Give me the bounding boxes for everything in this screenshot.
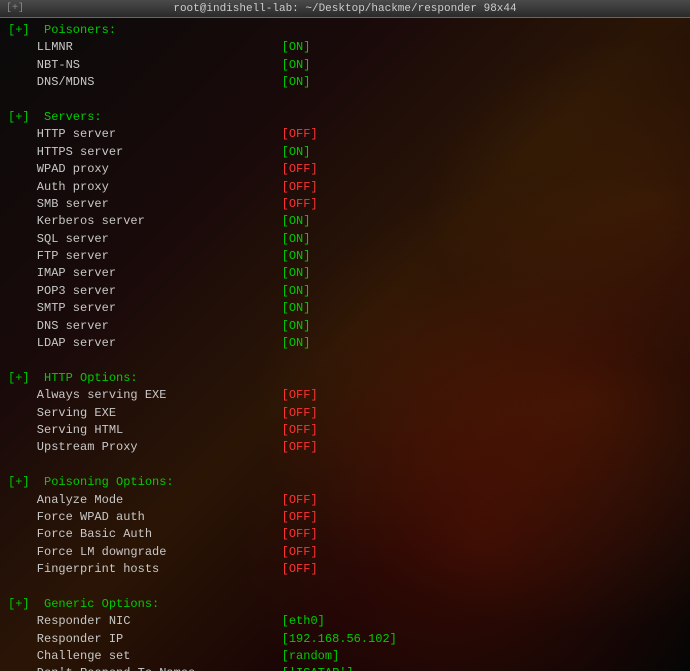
http-always-exe: Always serving EXE [OFF] bbox=[8, 387, 682, 404]
spacer1 bbox=[8, 92, 682, 109]
http-upstream: Upstream Proxy [OFF] bbox=[8, 439, 682, 456]
server-smb: SMB server [OFF] bbox=[8, 196, 682, 213]
poisoners-nbtns: NBT-NS [ON] bbox=[8, 57, 682, 74]
server-imap: IMAP server [ON] bbox=[8, 265, 682, 282]
http-serving-exe: Serving EXE [OFF] bbox=[8, 405, 682, 422]
generic-ip: Responder IP [192.168.56.102] bbox=[8, 631, 682, 648]
titlebar-icon: [+] bbox=[6, 3, 24, 14]
poison-basic-auth: Force Basic Auth [OFF] bbox=[8, 526, 682, 543]
server-kerberos: Kerberos server [ON] bbox=[8, 213, 682, 230]
poison-wpad-auth: Force WPAD auth [OFF] bbox=[8, 509, 682, 526]
server-wpad: WPAD proxy [OFF] bbox=[8, 161, 682, 178]
server-pop3: POP3 server [ON] bbox=[8, 283, 682, 300]
http-options-header: [+] HTTP Options: bbox=[8, 370, 682, 387]
poison-analyze: Analyze Mode [OFF] bbox=[8, 492, 682, 509]
terminal-body: [+] Poisoners: LLMNR [ON] NBT-NS [ON] DN… bbox=[0, 18, 690, 671]
poison-lm-downgrade: Force LM downgrade [OFF] bbox=[8, 544, 682, 561]
poisoners-llmnr: LLMNR [ON] bbox=[8, 39, 682, 56]
server-https: HTTPS server [ON] bbox=[8, 144, 682, 161]
servers-header: [+] Servers: bbox=[8, 109, 682, 126]
spacer2 bbox=[8, 352, 682, 369]
spacer4 bbox=[8, 579, 682, 596]
poisoning-options-header: [+] Poisoning Options: bbox=[8, 474, 682, 491]
server-http: HTTP server [OFF] bbox=[8, 126, 682, 143]
spacer3 bbox=[8, 457, 682, 474]
titlebar: [+] root@indishell-lab: ~/Desktop/hackme… bbox=[0, 0, 690, 18]
generic-options-header: [+] Generic Options: bbox=[8, 596, 682, 613]
generic-challenge: Challenge set [random] bbox=[8, 648, 682, 665]
poison-fingerprint: Fingerprint hosts [OFF] bbox=[8, 561, 682, 578]
server-sql: SQL server [ON] bbox=[8, 231, 682, 248]
terminal-window: [+] root@indishell-lab: ~/Desktop/hackme… bbox=[0, 0, 690, 671]
http-serving-html: Serving HTML [OFF] bbox=[8, 422, 682, 439]
server-auth: Auth proxy [OFF] bbox=[8, 179, 682, 196]
server-ftp: FTP server [ON] bbox=[8, 248, 682, 265]
server-ldap: LDAP server [ON] bbox=[8, 335, 682, 352]
titlebar-text: root@indishell-lab: ~/Desktop/hackme/res… bbox=[173, 3, 516, 15]
generic-no-respond: Don't Respond To Names ['ISATAP'] bbox=[8, 665, 682, 671]
server-smtp: SMTP server [ON] bbox=[8, 300, 682, 317]
server-dns: DNS server [ON] bbox=[8, 318, 682, 335]
poisoners-dns: DNS/MDNS [ON] bbox=[8, 74, 682, 91]
poisoners-header: [+] Poisoners: bbox=[8, 22, 682, 39]
generic-nic: Responder NIC [eth0] bbox=[8, 613, 682, 630]
